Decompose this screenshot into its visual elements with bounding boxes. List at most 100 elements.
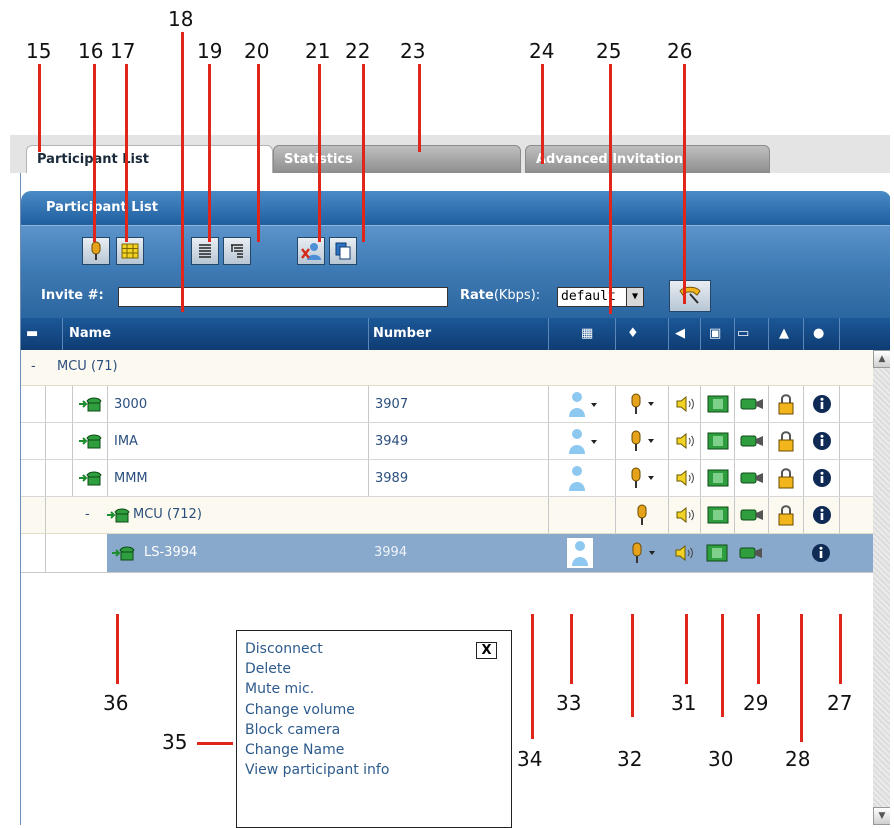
callout-36: 36 (103, 691, 129, 715)
video-cell[interactable] (700, 423, 734, 459)
column-header-number[interactable]: Number (373, 326, 431, 341)
speaker-cell[interactable] (668, 460, 700, 496)
menu-item-disconnect[interactable]: Disconnect (245, 641, 323, 657)
lock-cell[interactable] (768, 460, 803, 496)
info-cell[interactable] (803, 386, 839, 422)
callout-33: 33 (556, 691, 582, 715)
group-name: MCU (71) (57, 359, 118, 374)
callout-16: 16 (78, 39, 104, 63)
info-cell[interactable] (803, 423, 839, 459)
tab-statistics[interactable]: Statistics (273, 145, 521, 173)
speaker-cell[interactable] (668, 423, 700, 459)
video-camera-icon[interactable] (739, 546, 763, 560)
info-cell[interactable] (803, 460, 839, 496)
callout-31: 31 (671, 691, 697, 715)
row-end (839, 423, 873, 459)
video-cell[interactable] (700, 497, 734, 533)
menu-item-change-volume[interactable]: Change volume (245, 702, 355, 718)
callout-30: 30 (708, 747, 734, 771)
menu-item-mute-mic[interactable]: Mute mic. (245, 681, 314, 697)
list-view-button[interactable] (191, 237, 219, 265)
mute-all-mic-button[interactable] (82, 237, 110, 265)
video-cell[interactable] (700, 386, 734, 422)
rate-select-value: default (561, 289, 616, 304)
invite-number-input[interactable] (118, 287, 448, 307)
mic-cell[interactable] (615, 423, 668, 459)
mic-cell[interactable] (615, 386, 668, 422)
info-cell[interactable] (803, 497, 839, 533)
lock-cell[interactable] (768, 386, 803, 422)
speaker-icon[interactable] (674, 545, 694, 561)
indent-cell (45, 497, 72, 533)
participant-name: IMA (107, 423, 368, 459)
panel-header: Participant List (21, 191, 890, 225)
tab-advanced-invitation[interactable]: Advanced Invitation (525, 145, 770, 173)
info-icon (812, 432, 831, 450)
speaker-cell[interactable] (668, 497, 700, 533)
rate-select[interactable]: default ▼ (557, 287, 644, 307)
callout-19: 19 (197, 39, 223, 63)
microphone-icon[interactable] (629, 541, 657, 565)
grid-layout-icon (121, 243, 139, 259)
close-icon[interactable]: X (476, 642, 497, 659)
menu-item-delete[interactable]: Delete (245, 661, 291, 677)
mic-cell[interactable] (615, 460, 668, 496)
lock-cell[interactable] (768, 497, 803, 533)
callout-line-21 (318, 64, 321, 242)
lock-cell[interactable] (768, 423, 803, 459)
collapse-toggle[interactable]: - (31, 359, 36, 374)
scroll-down-button[interactable]: ▼ (873, 807, 890, 825)
table-row-group-mcu712[interactable]: - MCU (712) (21, 497, 873, 534)
invite-label: Invite #: (41, 288, 104, 303)
camera-cell[interactable] (734, 497, 768, 533)
camera-cell[interactable] (734, 460, 768, 496)
callout-28: 28 (785, 747, 811, 771)
table-row-selected[interactable]: LS-3994 3994 (21, 534, 873, 573)
menu-item-change-name[interactable]: Change Name (245, 742, 344, 758)
collapse-toggle[interactable]: - (85, 507, 90, 522)
menu-item-block-camera[interactable]: Block camera (245, 722, 340, 738)
info-icon[interactable] (811, 543, 831, 563)
vertical-scrollbar[interactable]: ▲ ▼ (873, 350, 890, 825)
lock-icon (778, 505, 794, 526)
layout-cell[interactable] (567, 538, 593, 568)
layout-cell[interactable] (548, 460, 615, 496)
invite-call-button[interactable] (669, 280, 711, 312)
lock-icon (778, 394, 794, 415)
indent-cell (45, 423, 72, 459)
video-screen-icon[interactable] (706, 544, 728, 562)
column-header-name[interactable]: Name (69, 326, 111, 341)
row-end (839, 497, 873, 533)
copy-button[interactable] (329, 237, 357, 265)
callout-26: 26 (667, 39, 693, 63)
camera-cell[interactable] (734, 423, 768, 459)
table-row[interactable]: MMM 3989 (21, 460, 873, 497)
tab-participant-list[interactable]: Participant List (26, 145, 273, 174)
mic-cell[interactable] (615, 497, 668, 533)
phone-connected-icon (79, 471, 102, 486)
layout-cell[interactable] (548, 386, 615, 422)
participant-number: 3989 (368, 460, 548, 496)
callout-29: 29 (743, 691, 769, 715)
callout-line-18 (181, 32, 184, 312)
layout-cell[interactable] (548, 423, 615, 459)
speaker-icon (676, 470, 694, 486)
video-camera-icon (740, 398, 763, 410)
camera-column-icon: ▭ (737, 326, 750, 341)
callout-17: 17 (110, 39, 136, 63)
connection-type-icon: ▬ (26, 326, 39, 341)
tree-view-button[interactable] (223, 237, 251, 265)
callout-line-36 (116, 614, 119, 684)
dropdown-arrow-icon: ▼ (626, 288, 643, 306)
callout-line-26 (683, 64, 686, 304)
table-row-group-mcu71[interactable]: - MCU (71) (21, 350, 873, 386)
row-end (839, 460, 873, 496)
video-cell[interactable] (700, 460, 734, 496)
camera-cell[interactable] (734, 386, 768, 422)
menu-item-view-participant-info[interactable]: View participant info (245, 762, 389, 778)
scroll-up-button[interactable]: ▲ (873, 350, 890, 368)
speaker-cell[interactable] (668, 386, 700, 422)
video-layout-button[interactable] (116, 237, 144, 265)
table-row[interactable]: 3000 3907 (21, 386, 873, 423)
table-row[interactable]: IMA 3949 (21, 423, 873, 460)
